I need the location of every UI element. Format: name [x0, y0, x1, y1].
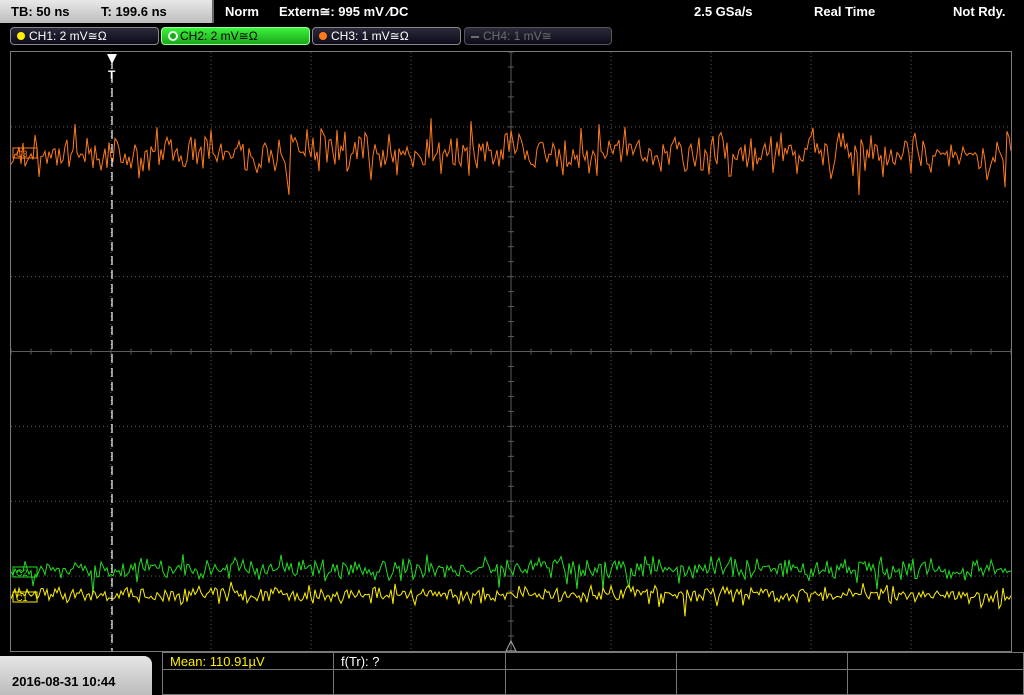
tab-ch2[interactable]: CH2: 2 mV≅Ω [161, 27, 310, 45]
status-bar: TB: 50 ns T: 199.6 ns Norm Extern≅: 995 … [0, 0, 1024, 24]
tab-ch4-label: CH4: 1 mV≅ [483, 29, 552, 43]
tab-ch1-label: CH1: 2 mV≅Ω [29, 29, 107, 43]
measurement-slot-9[interactable] [676, 669, 848, 695]
ch1-marker-label: C1 [16, 593, 28, 603]
trigger-arrow-icon[interactable] [107, 54, 117, 64]
measurement-ftr[interactable]: f(Tr): ? [333, 652, 506, 670]
timebase-label: TB: 50 ns [11, 4, 70, 19]
tab-ch4[interactable]: CH4: 1 mV≅ [464, 27, 612, 45]
measurement-slot-7[interactable] [333, 669, 506, 695]
ch2-level-marker[interactable]: C2 [12, 566, 38, 578]
tab-ch3-label: CH3: 1 mV≅Ω [331, 29, 409, 43]
measurement-panel: Mean: 110.91µV f(Tr): ? [162, 652, 1024, 695]
tab-ch3[interactable]: CH3: 1 mV≅Ω [312, 27, 461, 45]
ch4-dot-icon [471, 36, 479, 38]
ch1-dot-icon [17, 32, 25, 40]
tab-ch1[interactable]: CH1: 2 mV≅Ω [10, 27, 159, 45]
measurement-mean[interactable]: Mean: 110.91µV [162, 652, 334, 670]
channel-tabs: CH1: 2 mV≅Ω CH2: 2 mV≅Ω CH3: 1 mV≅Ω CH4:… [0, 25, 1024, 49]
ready-state: Not Rdy. [953, 4, 1006, 19]
measurement-ftr-value: f(Tr): ? [341, 654, 380, 669]
tab-ch2-label: CH2: 2 mV≅Ω [180, 29, 258, 43]
trigger-source[interactable]: Extern≅: 995 mV ∕DC [279, 4, 408, 20]
sample-rate: 2.5 GSa/s [694, 4, 753, 19]
date-time-box: 2016-08-31 10:44 [0, 656, 152, 695]
measurement-slot-3[interactable] [505, 652, 677, 670]
ch2-marker-label: C2 [16, 568, 28, 578]
ch2-dot-icon [168, 31, 178, 41]
measurement-slot-10[interactable] [847, 669, 1024, 695]
measurement-slot-8[interactable] [505, 669, 677, 695]
measurement-slot-4[interactable] [676, 652, 848, 670]
trigger-mode[interactable]: Norm [225, 4, 259, 19]
measurement-slot-5[interactable] [847, 652, 1024, 670]
date-time: 2016-08-31 10:44 [12, 674, 116, 689]
acquisition-mode: Real Time [814, 4, 876, 19]
trigger-time-label: T: 199.6 ns [101, 4, 167, 19]
ch3-marker-label: C3 [16, 149, 28, 159]
timebase-box[interactable]: TB: 50 ns T: 199.6 ns [0, 0, 214, 23]
trigger-marker: T [108, 68, 116, 82]
ch3-dot-icon [319, 32, 327, 40]
waveform-display[interactable]: T C3 C2 C1 [10, 51, 1012, 652]
waveform-canvas: T C3 C2 C1 [11, 52, 1011, 651]
measurement-slot-6[interactable] [162, 669, 334, 695]
measurement-mean-value: Mean: 110.91µV [170, 654, 265, 669]
